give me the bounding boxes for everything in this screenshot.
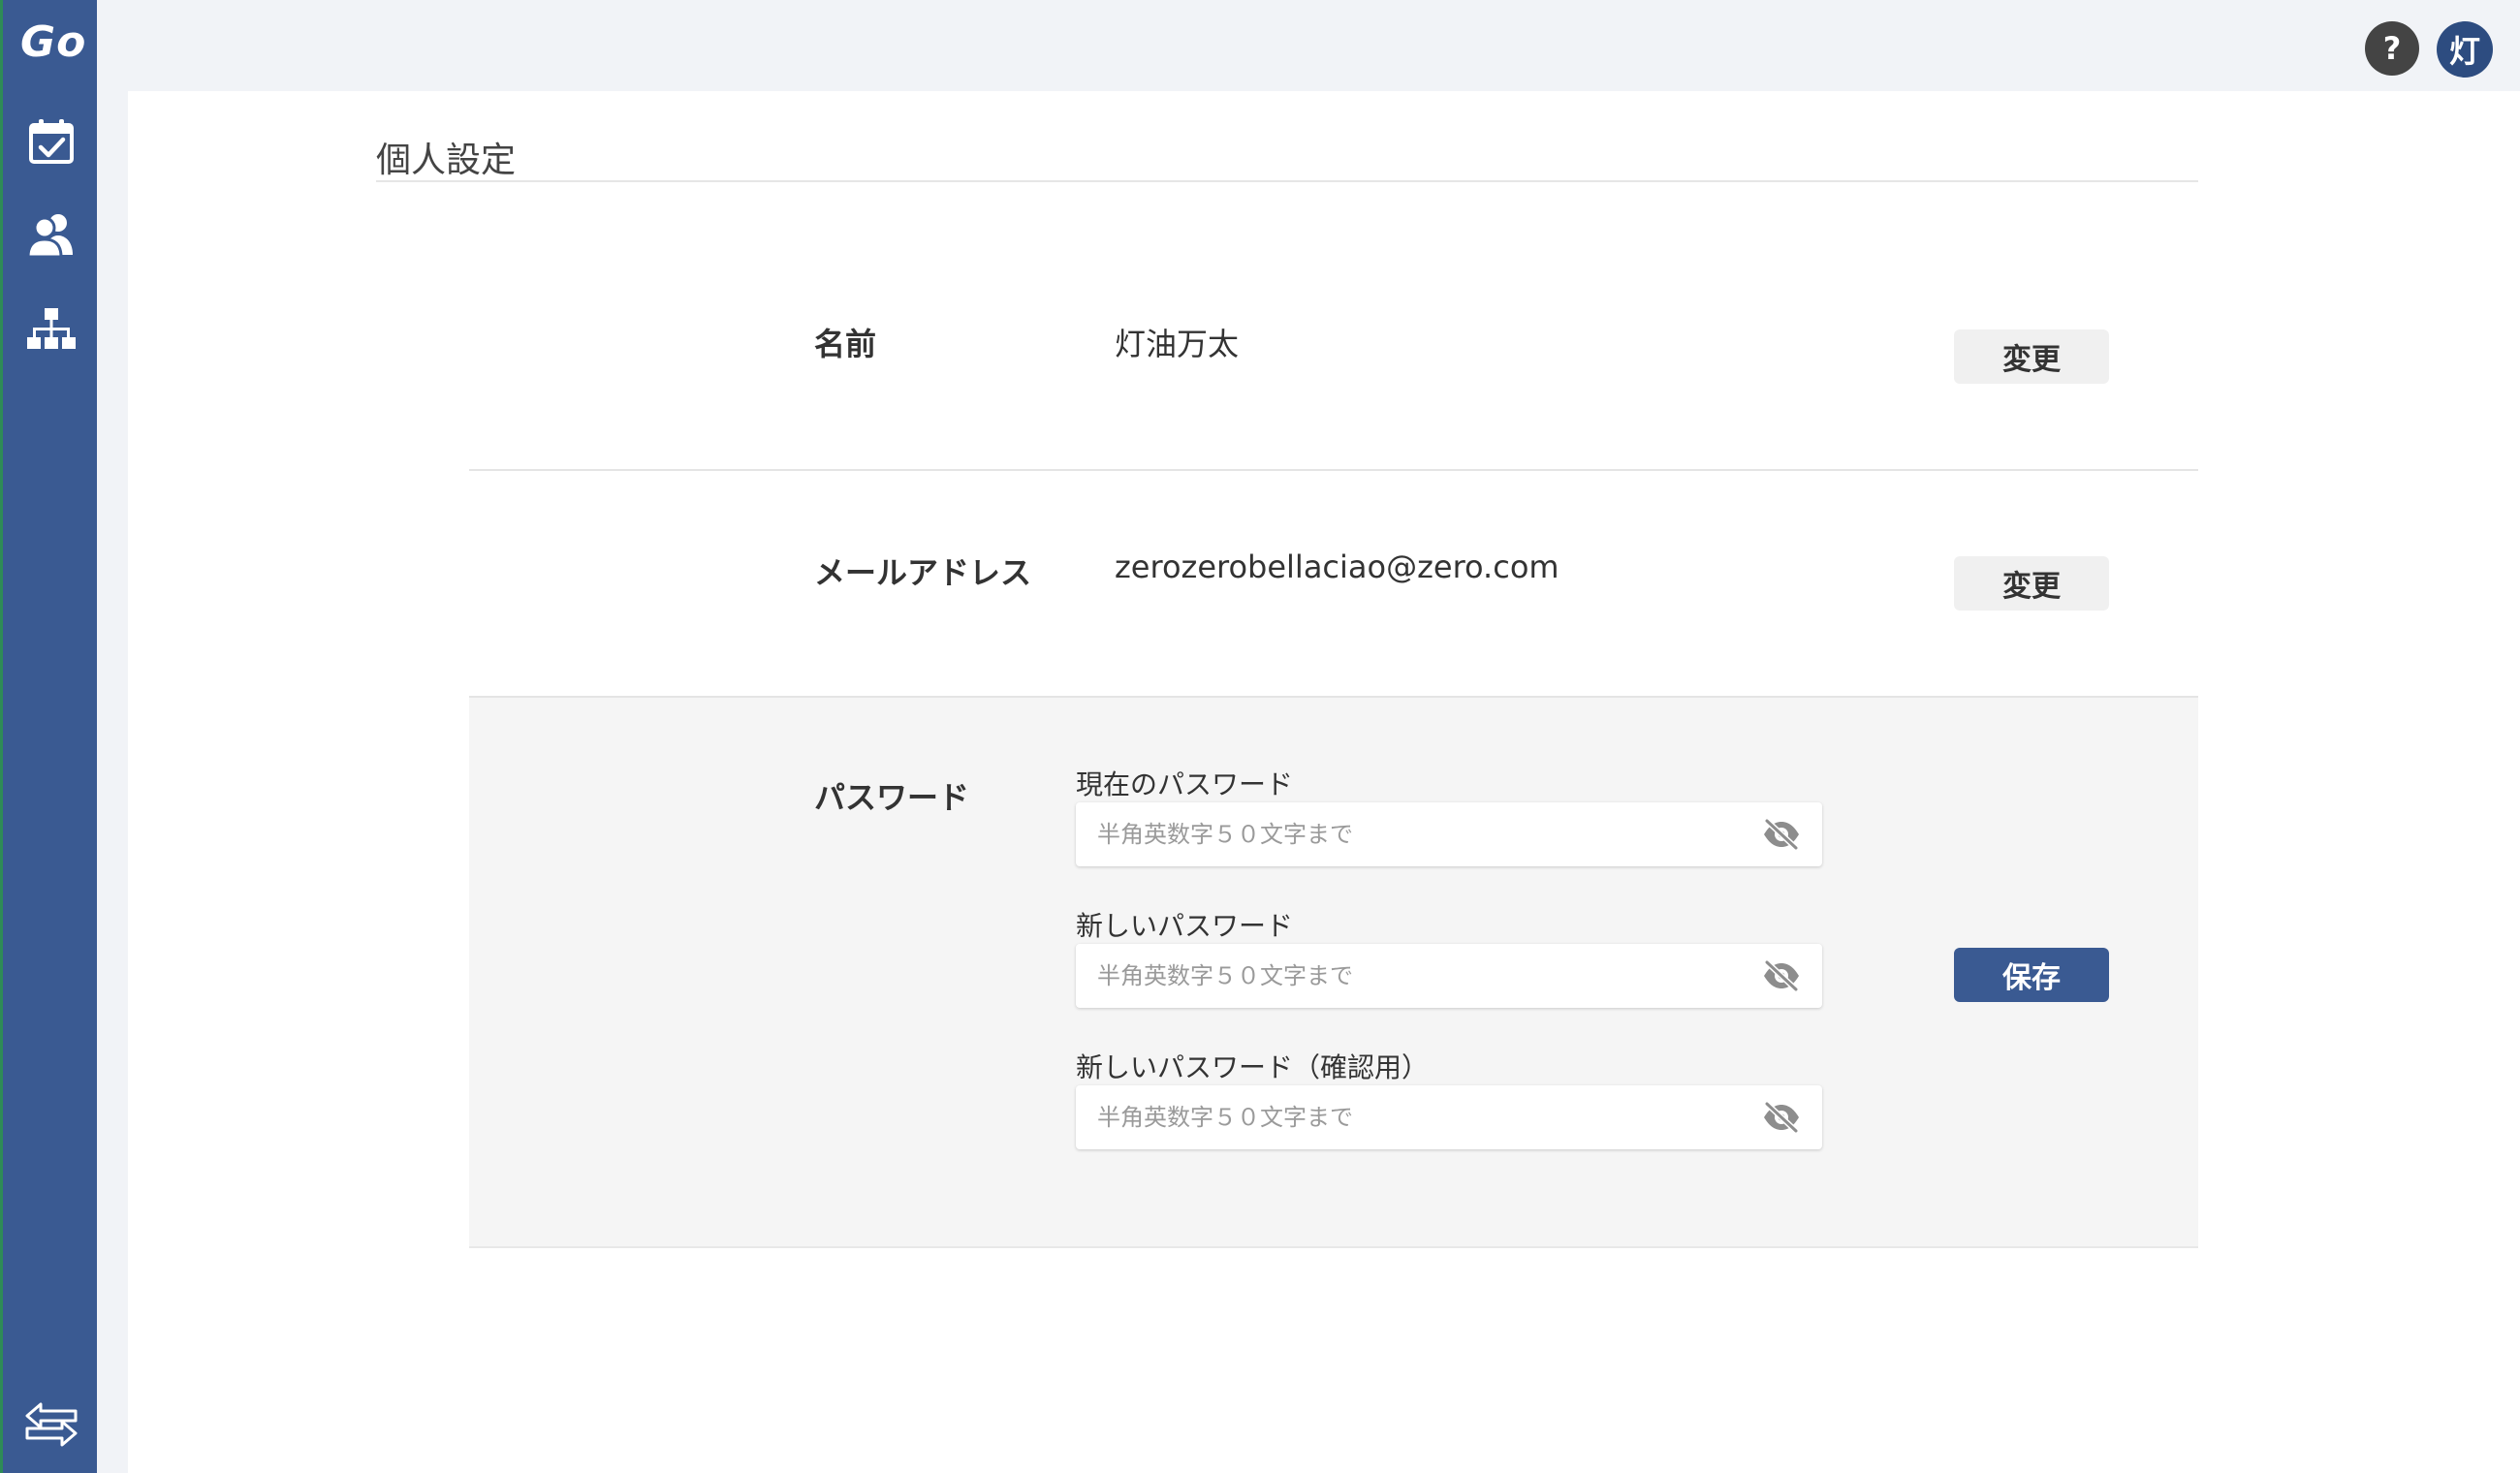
new-password-input[interactable] bbox=[1076, 944, 1745, 1008]
user-avatar[interactable]: 灯 bbox=[2437, 21, 2493, 78]
name-value: 灯油万太 bbox=[1115, 326, 1240, 362]
confirm-password-wrapper bbox=[1076, 1085, 1822, 1149]
change-email-button[interactable]: 変更 bbox=[1954, 556, 2109, 611]
save-password-button[interactable]: 保存 bbox=[1954, 948, 2109, 1002]
change-name-button[interactable]: 変更 bbox=[1954, 329, 2109, 384]
confirm-password-label: 新しいパスワード（確認用） bbox=[1076, 1051, 1430, 1083]
help-button[interactable]: ? bbox=[2365, 21, 2419, 76]
current-password-label: 現在のパスワード bbox=[1076, 768, 1294, 800]
password-label: パスワード bbox=[814, 779, 970, 816]
users-icon[interactable] bbox=[22, 205, 80, 264]
current-password-wrapper bbox=[1076, 802, 1822, 866]
eye-off-icon[interactable] bbox=[1760, 1098, 1803, 1137]
eye-off-icon[interactable] bbox=[1760, 956, 1803, 995]
title-divider bbox=[376, 180, 2198, 182]
password-row: パスワード 現在のパスワード 新しいパスワード 新しいパスワード（確認用） 保存 bbox=[469, 698, 2198, 1248]
email-row: メールアドレス zerozerobellaciao@zero.com 変更 bbox=[469, 471, 2198, 698]
eye-off-icon[interactable] bbox=[1760, 815, 1803, 854]
app-logo[interactable]: Go bbox=[20, 17, 88, 67]
confirm-password-input[interactable] bbox=[1076, 1085, 1745, 1149]
new-password-wrapper bbox=[1076, 944, 1822, 1008]
current-password-input[interactable] bbox=[1076, 802, 1745, 866]
page-title: 個人設定 bbox=[376, 141, 517, 180]
name-row: 名前 灯油万太 変更 bbox=[469, 227, 2198, 471]
name-label: 名前 bbox=[814, 326, 877, 362]
email-label: メールアドレス bbox=[814, 554, 1032, 591]
new-password-label: 新しいパスワード bbox=[1076, 910, 1294, 942]
sidebar: Go bbox=[0, 0, 97, 1473]
settings-panel: 個人設定 名前 灯油万太 変更 メールアドレス zerozerobellacia… bbox=[128, 91, 2520, 1473]
email-value: zerozerobellaciao@zero.com bbox=[1115, 548, 1559, 585]
org-chart-icon[interactable] bbox=[22, 300, 80, 359]
swap-arrows-icon[interactable] bbox=[22, 1395, 80, 1454]
calendar-check-icon[interactable] bbox=[22, 112, 80, 171]
